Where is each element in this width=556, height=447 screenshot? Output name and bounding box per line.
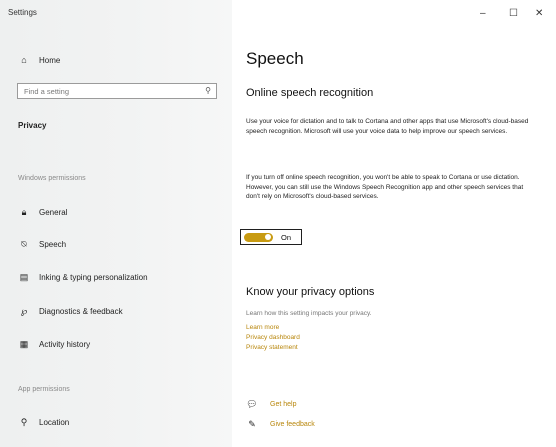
window-title: Settings [8, 8, 37, 17]
activity-icon: ▦ [19, 339, 29, 349]
nav-home[interactable]: ⌂ Home [18, 55, 60, 65]
sidebar-item-location[interactable]: ⚲ Location [18, 417, 70, 428]
speech-icon: ⍉ [21, 239, 27, 249]
home-icon: ⌂ [21, 55, 27, 65]
privacy-description: Learn how this setting impacts your priv… [246, 310, 372, 317]
sidebar-item-general[interactable]: 🔒︎ General [18, 207, 68, 218]
speech-recognition-toggle[interactable]: On [240, 229, 302, 245]
feedback-icon: ✎ [248, 419, 256, 429]
toggle-switch[interactable] [244, 232, 273, 242]
section-title: Online speech recognition [246, 87, 374, 99]
sidebar-item-label: Speech [39, 240, 67, 249]
maximize-button[interactable]: ☐ [509, 9, 518, 19]
sidebar-item-inking[interactable]: ▤ Inking & typing personalization [18, 272, 148, 283]
sidebar-item-label: General [39, 208, 68, 217]
diagnostics-icon: ℘ [20, 306, 28, 316]
search-icon[interactable]: ⚲ [205, 86, 211, 95]
sidebar-item-label: Activity history [39, 340, 91, 349]
description-paragraph-2: If you turn off online speech recognitio… [246, 174, 524, 201]
get-help-link[interactable]: 💬︎ Get help [246, 399, 296, 410]
search-input[interactable]: Find a setting [24, 87, 69, 96]
inking-icon: ▤ [19, 272, 29, 282]
get-help-label: Get help [270, 401, 297, 408]
toggle-knob [265, 234, 271, 240]
give-feedback-link[interactable]: ✎ Give feedback [246, 419, 315, 430]
title-bar: Settings [0, 0, 556, 32]
help-chat-icon: 💬︎ [246, 399, 258, 409]
sidebar-item-diagnostics[interactable]: ℘ Diagnostics & feedback [18, 306, 123, 317]
toggle-state-label: On [281, 233, 292, 242]
sidebar-item-label: Diagnostics & feedback [39, 307, 123, 316]
minimize-button[interactable]: – [480, 9, 486, 19]
privacy-options-title: Know your privacy options [246, 286, 375, 298]
privacy-dashboard-link[interactable]: Privacy dashboard [246, 334, 300, 341]
sidebar-item-label: Location [39, 418, 70, 427]
search-box[interactable]: Find a setting ⚲ [17, 83, 217, 99]
section-windows-permissions: Windows permissions [18, 175, 86, 182]
privacy-statement-link[interactable]: Privacy statement [246, 344, 298, 351]
category-title: Privacy [18, 121, 47, 130]
sidebar-item-label: Inking & typing personalization [39, 273, 148, 282]
page-title: Speech [246, 49, 304, 68]
sidebar-item-speech[interactable]: ⍉ Speech [18, 239, 66, 250]
section-app-permissions: App permissions [18, 386, 70, 393]
nav-home-label: Home [39, 55, 61, 65]
lock-icon: 🔒︎ [21, 207, 27, 217]
sidebar: Settings ⌂ Home Find a setting ⚲ Privacy… [0, 0, 232, 447]
sidebar-item-activity[interactable]: ▦ Activity history [18, 339, 90, 350]
give-feedback-label: Give feedback [270, 421, 315, 428]
close-button[interactable]: ✕ [535, 9, 543, 19]
learn-more-link[interactable]: Learn more [246, 324, 279, 331]
location-icon: ⚲ [20, 417, 28, 427]
description-paragraph-1: Use your voice for dictation and to talk… [246, 118, 529, 135]
